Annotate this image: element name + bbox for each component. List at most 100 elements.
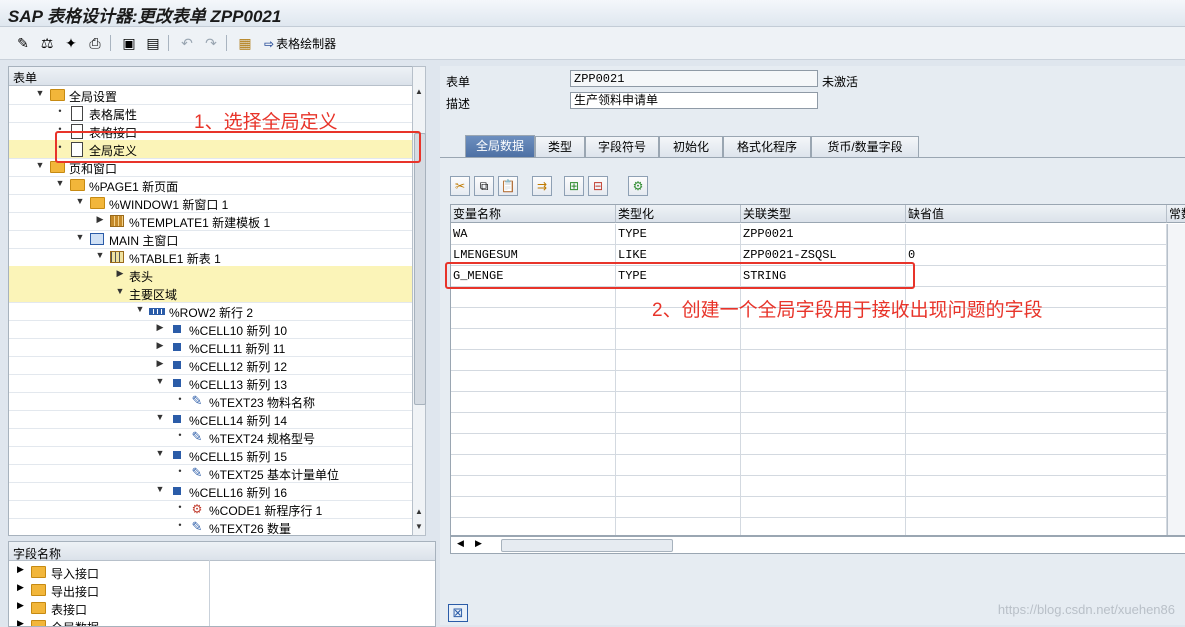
- grid-cell[interactable]: [906, 518, 1167, 535]
- copy-row-icon[interactable]: ⧉: [474, 176, 494, 196]
- grid-cell[interactable]: [451, 329, 616, 350]
- grid-cell[interactable]: [451, 371, 616, 392]
- display-change-icon[interactable]: ✎: [14, 34, 32, 52]
- check-icon[interactable]: ⚖: [38, 34, 56, 52]
- grid-cell[interactable]: [451, 350, 616, 371]
- grid-cell[interactable]: [451, 476, 616, 497]
- grid-cell[interactable]: [451, 455, 616, 476]
- grid-cell[interactable]: [741, 434, 906, 455]
- grid-cell[interactable]: [741, 476, 906, 497]
- expanded-arrow-icon[interactable]: ▼: [55, 178, 65, 188]
- paste-row-icon[interactable]: 📋: [498, 176, 518, 196]
- tree-node[interactable]: ▶ %TEMPLATE1 新建模板 1: [9, 212, 421, 231]
- grid-cell[interactable]: [906, 371, 1167, 392]
- tab-1[interactable]: 类型: [535, 136, 585, 157]
- type-help-icon[interactable]: ⚙: [628, 176, 648, 196]
- tree-node[interactable]: ▼ %CELL16 新列 16: [9, 482, 421, 501]
- grid-cell[interactable]: [906, 392, 1167, 413]
- grid-cell[interactable]: [741, 497, 906, 518]
- append-row-icon[interactable]: ⊞: [564, 176, 584, 196]
- grid-cell[interactable]: [616, 455, 741, 476]
- expanded-arrow-icon[interactable]: ▼: [115, 286, 125, 296]
- description-field[interactable]: 生产领料申请单: [570, 92, 818, 109]
- grid-cell[interactable]: [451, 413, 616, 434]
- grid-cell[interactable]: [616, 476, 741, 497]
- cut-icon[interactable]: ✂: [450, 176, 470, 196]
- grid-cell[interactable]: [741, 392, 906, 413]
- grid-cell[interactable]: TYPE: [616, 224, 741, 245]
- test-icon[interactable]: ⎙: [86, 34, 104, 52]
- grid-column-header[interactable]: 常数: [1167, 205, 1185, 223]
- tree-node[interactable]: • ✎ %TEXT25 基本计量单位: [9, 464, 421, 483]
- field-list-item[interactable]: ▶ 全局数据: [9, 617, 209, 626]
- grid-cell[interactable]: [616, 518, 741, 535]
- grid-cell[interactable]: [906, 350, 1167, 371]
- tree-node[interactable]: ▼ MAIN 主窗口: [9, 230, 421, 249]
- grid-cell[interactable]: [741, 518, 906, 535]
- insert-row-icon[interactable]: ⇉: [532, 176, 552, 196]
- collapsed-arrow-icon[interactable]: ▶: [95, 214, 105, 225]
- grid-cell[interactable]: [451, 287, 616, 308]
- collapsed-arrow-icon[interactable]: ▶: [155, 322, 165, 333]
- form-painter-button[interactable]: ⇨ 表格绘制器: [264, 35, 336, 52]
- redo-icon[interactable]: ↷: [202, 34, 220, 52]
- expanded-arrow-icon[interactable]: ▼: [155, 448, 165, 458]
- tree-node[interactable]: • ✎ %TEXT26 数量: [9, 518, 421, 535]
- grid-cell[interactable]: [451, 518, 616, 535]
- grid-column-header[interactable]: 缺省值: [906, 205, 1167, 223]
- grid-cell[interactable]: [741, 413, 906, 434]
- tree-node[interactable]: • ✎ %TEXT24 规格型号: [9, 428, 421, 447]
- tree-node[interactable]: ▼ %ROW2 新行 2: [9, 302, 421, 321]
- grid-cell[interactable]: [906, 497, 1167, 518]
- collapsed-arrow-icon[interactable]: ▶: [17, 618, 24, 626]
- collapsed-arrow-icon[interactable]: ▶: [115, 268, 125, 279]
- scroll-right-icon[interactable]: ▶: [475, 538, 482, 549]
- tree-node[interactable]: ▼ 全局设置: [9, 86, 421, 105]
- grid-cell[interactable]: [906, 329, 1167, 350]
- expanded-arrow-icon[interactable]: ▼: [135, 304, 145, 314]
- tree-node[interactable]: ▼ %TABLE1 新表 1: [9, 248, 421, 267]
- field-list-item[interactable]: ▶ 导入接口: [9, 563, 209, 581]
- scroll-left-icon[interactable]: ◀: [457, 538, 464, 549]
- collapsed-arrow-icon[interactable]: ▶: [17, 600, 24, 611]
- tree-node[interactable]: ▶ %CELL12 新列 12: [9, 356, 421, 375]
- delete-row-icon[interactable]: ⊟: [588, 176, 608, 196]
- grid-cell[interactable]: [741, 371, 906, 392]
- grid-cell[interactable]: [616, 497, 741, 518]
- collapsed-arrow-icon[interactable]: ▶: [17, 582, 24, 593]
- tree-node[interactable]: ▶ %CELL10 新列 10: [9, 320, 421, 339]
- expanded-arrow-icon[interactable]: ▼: [35, 160, 45, 170]
- expanded-arrow-icon[interactable]: ▼: [75, 196, 85, 206]
- tree-node[interactable]: ▶ %CELL11 新列 11: [9, 338, 421, 357]
- grid-cell[interactable]: [906, 413, 1167, 434]
- copy-icon[interactable]: ▣: [120, 34, 138, 52]
- expanded-arrow-icon[interactable]: ▼: [95, 250, 105, 260]
- grid-cell[interactable]: [451, 392, 616, 413]
- expanded-arrow-icon[interactable]: ▼: [155, 376, 165, 386]
- grid-cell[interactable]: [741, 329, 906, 350]
- scroll-down-icon[interactable]: ▼: [413, 522, 425, 531]
- tree-node[interactable]: ▶ 表头: [9, 266, 421, 285]
- grid-column-header[interactable]: 变量名称: [451, 205, 616, 223]
- grid-cell[interactable]: ZPP0021: [741, 224, 906, 245]
- grid-horizontal-scrollbar[interactable]: ◀ ▶: [450, 536, 1185, 554]
- expanded-arrow-icon[interactable]: ▼: [35, 88, 45, 98]
- grid-cell[interactable]: 0: [906, 245, 1167, 266]
- field-list-item[interactable]: ▶ 导出接口: [9, 581, 209, 599]
- grid-cell[interactable]: [906, 434, 1167, 455]
- grid-cell[interactable]: WA: [451, 224, 616, 245]
- scroll-up-icon[interactable]: ▲: [413, 507, 425, 516]
- collapsed-arrow-icon[interactable]: ▶: [155, 340, 165, 351]
- collapsed-arrow-icon[interactable]: ▶: [17, 564, 24, 575]
- tab-4[interactable]: 格式化程序: [723, 136, 811, 157]
- grid-cell[interactable]: [451, 308, 616, 329]
- scroll-thumb[interactable]: [501, 539, 673, 552]
- grid-cell[interactable]: [616, 329, 741, 350]
- tab-2[interactable]: 字段符号: [585, 136, 659, 157]
- tree-node[interactable]: ▼ %WINDOW1 新窗口 1: [9, 194, 421, 213]
- field-list-item[interactable]: ▶ 表接口: [9, 599, 209, 617]
- expanded-arrow-icon[interactable]: ▼: [75, 232, 85, 242]
- grid-cell[interactable]: [616, 350, 741, 371]
- undo-icon[interactable]: ↶: [178, 34, 196, 52]
- tab-0[interactable]: 全局数据: [465, 135, 535, 158]
